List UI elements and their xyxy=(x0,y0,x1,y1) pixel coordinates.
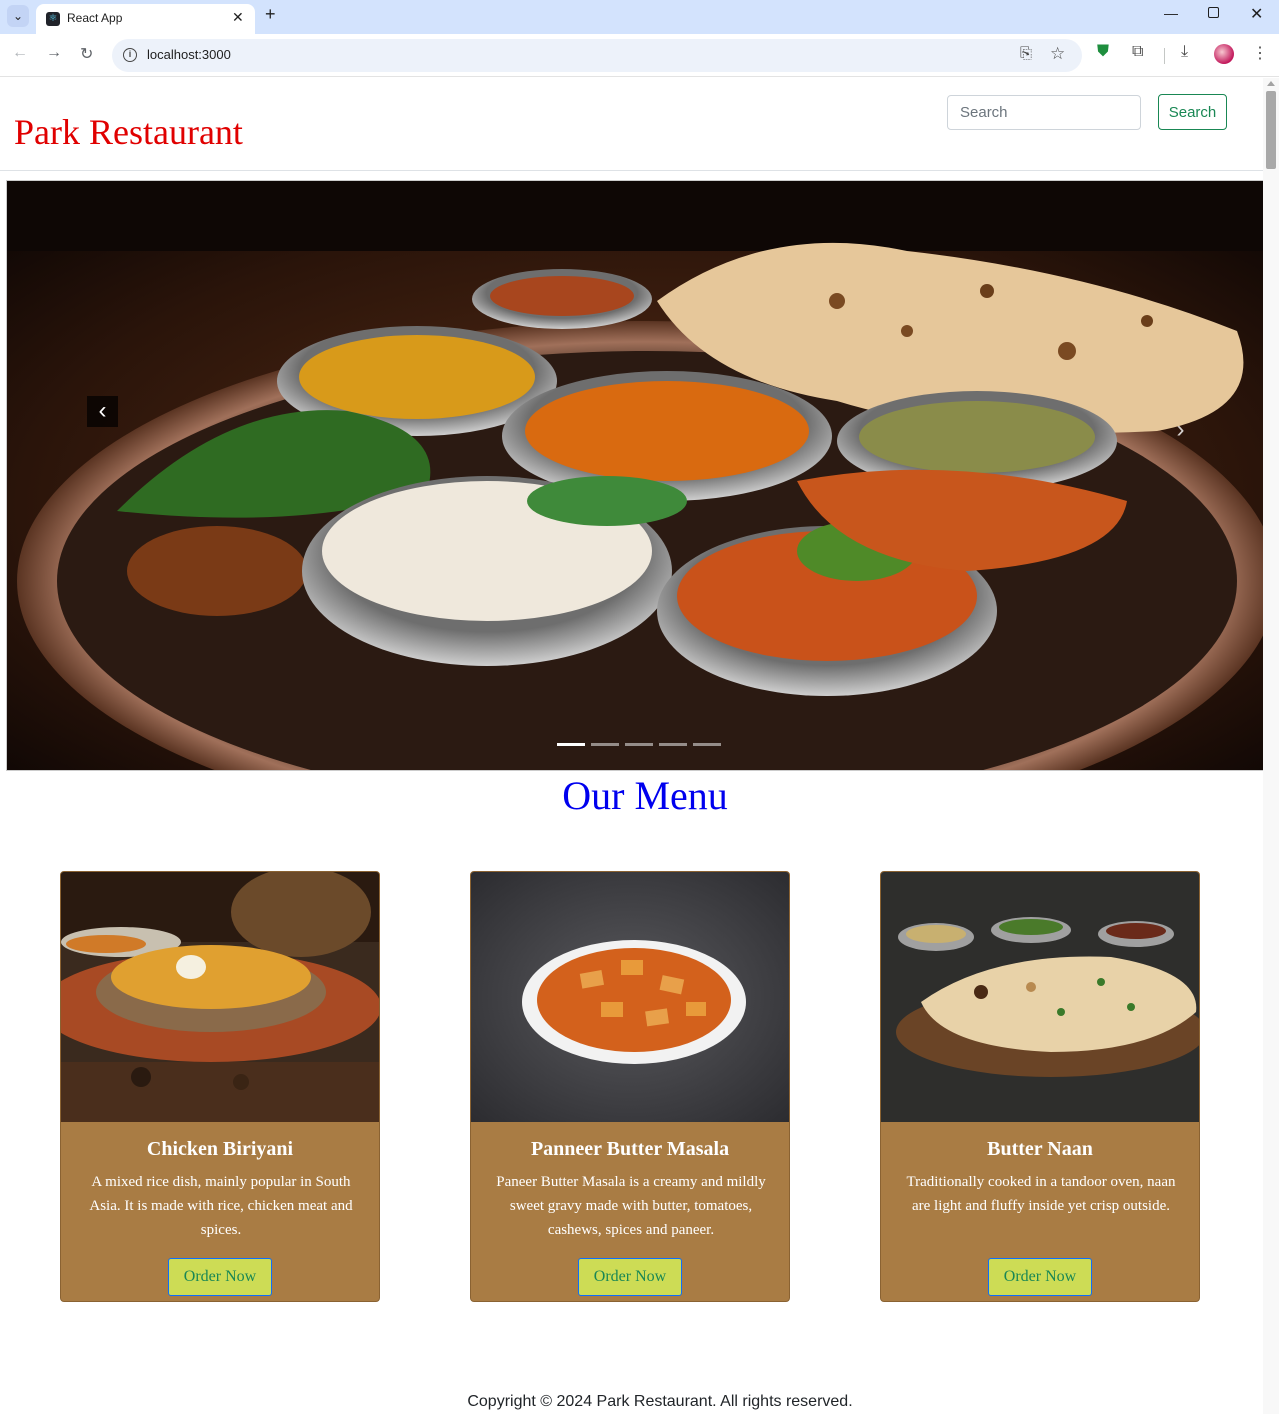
page-viewport: Park Restaurant Search Search ‹ › Our Me… xyxy=(0,78,1279,1414)
window-minimize-icon[interactable]: — xyxy=(1164,5,1178,21)
address-bar[interactable]: i localhost:3000 ⎘ ☆ xyxy=(112,39,1082,72)
toolbar-divider xyxy=(1164,48,1165,64)
biriyani-image xyxy=(61,872,379,1122)
carousel-indicator[interactable] xyxy=(659,743,687,746)
card-title: Butter Naan xyxy=(987,1138,1093,1160)
site-info-icon[interactable]: i xyxy=(123,48,137,62)
shield-extension-icon[interactable]: ⛊ xyxy=(1097,43,1109,61)
footer-copyright: Copyright © 2024 Park Restaurant. All ri… xyxy=(467,1393,853,1410)
order-now-button[interactable]: Order Now xyxy=(578,1258,682,1296)
search-button[interactable]: Search xyxy=(1158,94,1227,130)
browser-tab[interactable]: ⚛ React App ✕ xyxy=(36,4,255,34)
browser-tab-bar: ⌄ ⚛ React App ✕ + — ✕ xyxy=(0,0,1279,34)
carousel-indicator[interactable] xyxy=(693,743,721,746)
card-description: Paneer Butter Masala is a creamy and mil… xyxy=(496,1174,766,1238)
carousel-prev-chevron-icon[interactable]: ‹ xyxy=(87,396,118,427)
card-title: Chicken Biriyani xyxy=(146,1138,294,1160)
menu-card-chicken-biriyani: Chicken Biriyani A mixed rice dish, main… xyxy=(60,871,380,1302)
kebab-menu-icon[interactable]: ⋮ xyxy=(1252,43,1268,63)
carousel-next-chevron-icon[interactable]: › xyxy=(1165,415,1196,446)
react-favicon-icon: ⚛ xyxy=(46,12,60,26)
site-header: Park Restaurant Search xyxy=(0,78,1263,171)
scrollbar-thumb[interactable] xyxy=(1266,91,1276,169)
extensions-puzzle-icon[interactable]: ⧉ xyxy=(1132,43,1143,61)
scroll-up-arrow-icon[interactable] xyxy=(1267,81,1275,86)
tab-search-chevron-icon[interactable]: ⌄ xyxy=(7,5,29,27)
bookmark-star-icon[interactable]: ☆ xyxy=(1050,44,1065,64)
download-icon[interactable]: ⤓ xyxy=(1181,43,1188,61)
menu-heading: Our Menu xyxy=(562,773,728,818)
card-title: Panneer Butter Masala xyxy=(530,1138,730,1160)
browser-toolbar: ← → ↻ i localhost:3000 ⎘ ☆ ⛊ ⧉ ⤓ ⋮ xyxy=(0,34,1279,77)
back-arrow-icon[interactable]: ← xyxy=(12,44,28,62)
paneer-masala-image xyxy=(471,872,789,1122)
order-now-button[interactable]: Order Now xyxy=(988,1258,1092,1296)
menu-card-butter-naan: Butter Naan Traditionally cooked in a ta… xyxy=(880,871,1200,1302)
new-tab-icon[interactable]: + xyxy=(265,4,276,25)
window-close-icon[interactable]: ✕ xyxy=(1250,4,1263,24)
carousel-indicator[interactable] xyxy=(557,743,585,746)
url-text[interactable]: localhost:3000 xyxy=(147,47,231,62)
window-restore-icon[interactable] xyxy=(1208,7,1219,18)
tab-title: React App xyxy=(67,11,123,25)
order-now-button[interactable]: Order Now xyxy=(168,1258,272,1296)
card-description: Traditionally cooked in a tandoor oven, … xyxy=(906,1174,1176,1214)
thali-platter-image xyxy=(7,181,1273,770)
card-description: A mixed rice dish, mainly popular in Sou… xyxy=(89,1174,353,1238)
reload-icon[interactable]: ↻ xyxy=(80,44,93,64)
carousel-indicator[interactable] xyxy=(591,743,619,746)
page-scrollbar[interactable] xyxy=(1263,78,1279,1414)
butter-naan-image xyxy=(881,872,1199,1122)
tab-close-icon[interactable]: ✕ xyxy=(232,9,244,26)
carousel-indicator[interactable] xyxy=(625,743,653,746)
menu-card-panneer-butter-masala: Panneer Butter Masala Paneer Butter Masa… xyxy=(470,871,790,1302)
hero-carousel: ‹ › xyxy=(6,180,1274,771)
forward-arrow-icon[interactable]: → xyxy=(46,44,62,62)
carousel-indicators xyxy=(557,743,727,749)
install-app-icon[interactable]: ⎘ xyxy=(1020,45,1032,62)
profile-avatar[interactable] xyxy=(1214,44,1234,64)
brand-logo[interactable]: Park Restaurant xyxy=(14,111,243,153)
search-input[interactable] xyxy=(947,95,1141,130)
